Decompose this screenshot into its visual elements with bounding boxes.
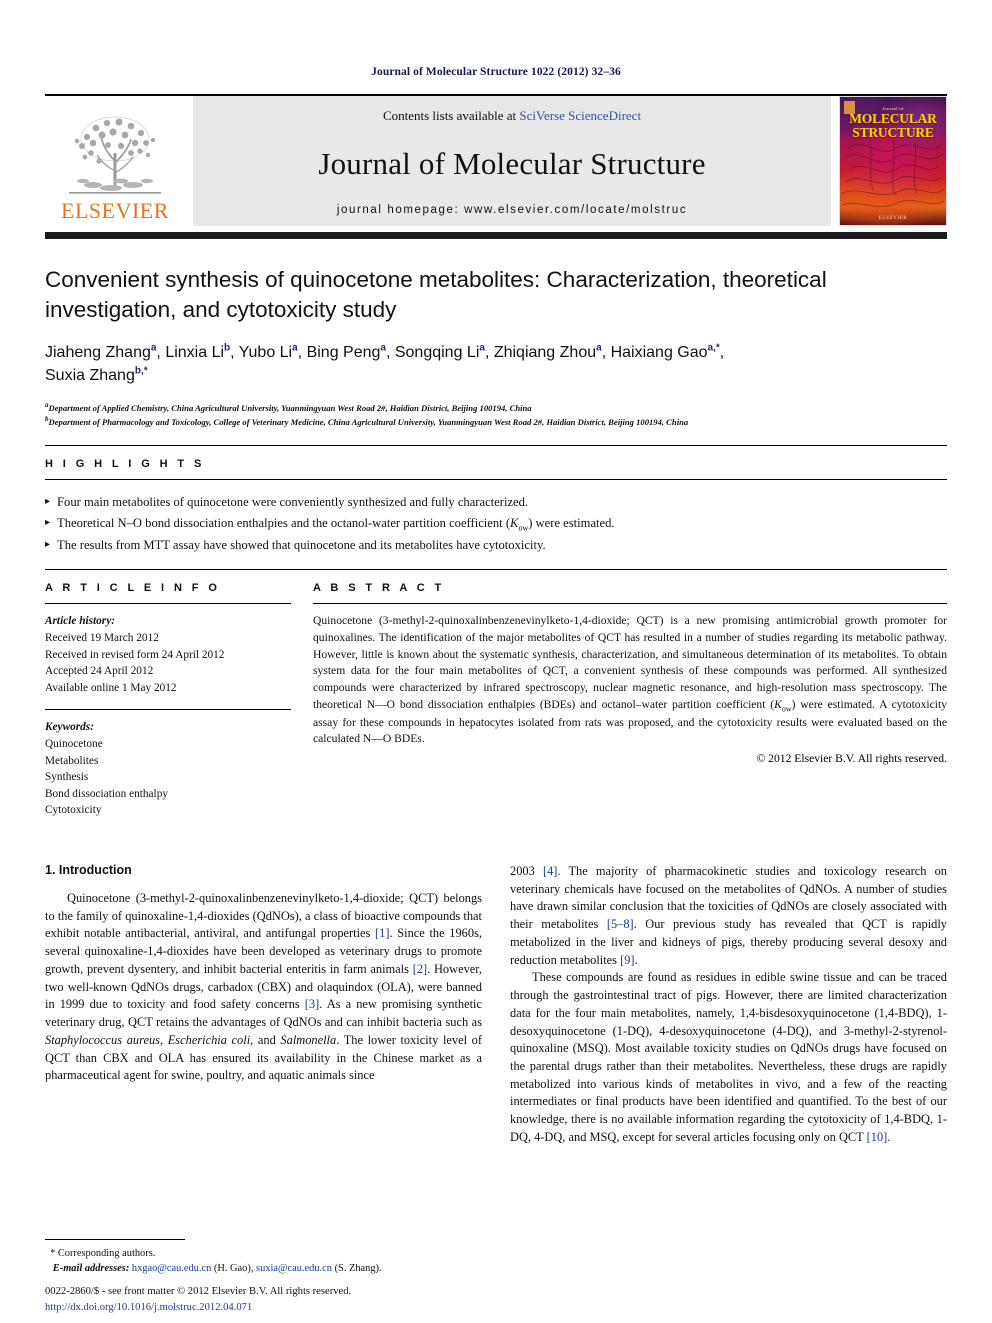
abstract-copyright: © 2012 Elsevier B.V. All rights reserved… <box>756 752 947 766</box>
email-owner-gao: (H. Gao), <box>213 1263 254 1275</box>
cover-title: MOLECULAR STRUCTURE <box>843 112 943 140</box>
cover-publisher-label: ELSEVIER <box>878 216 908 221</box>
body-paragraph: 2003 [4]. The majority of pharmacokineti… <box>510 863 947 967</box>
author-line-2: Suxia Zhangb,* <box>45 366 148 385</box>
history-item: Available online 1 May 2012 <box>45 681 177 694</box>
journal-homepage-link[interactable]: journal homepage: www.elsevier.com/locat… <box>337 204 687 216</box>
info-abstract-region: A R T I C L E I N F O Article history: R… <box>45 569 947 819</box>
corresponding-authors-line: * Corresponding authors. <box>45 1246 482 1262</box>
elsevier-logo: ELSEVIER <box>45 96 185 226</box>
journal-masthead: ELSEVIER Contents lists available at Sci… <box>45 94 947 226</box>
bullet-arrow-icon: ▸ <box>45 516 51 528</box>
article-history-block: Article history: Received 19 March 2012 … <box>45 604 291 696</box>
keyword-item: Metabolites <box>45 754 99 767</box>
doi-link[interactable]: http://dx.doi.org/10.1016/j.molstruc.201… <box>45 1300 645 1315</box>
history-item: Received 19 March 2012 <box>45 632 159 644</box>
masthead-center-panel: Contents lists available at SciVerse Sci… <box>193 96 831 226</box>
body-paragraph: These compounds are found as residues in… <box>510 970 947 1144</box>
article-info-column: A R T I C L E I N F O Article history: R… <box>45 570 313 819</box>
cover-title-line1: MOLECULAR <box>849 111 937 126</box>
highlights-list: ▸ Four main metabolites of quinocetone w… <box>45 479 947 569</box>
author-line-1: Jiaheng Zhanga, Linxia Lib, Yubo Lia, Bi… <box>45 342 725 362</box>
email-addresses-line: E-mail addresses: hxgao@cau.edu.cn (H. G… <box>45 1261 482 1277</box>
issn-line: 0022-2860/$ - see front matter © 2012 El… <box>45 1286 352 1298</box>
bullet-arrow-icon: ▸ <box>45 496 51 508</box>
article-info-heading: A R T I C L E I N F O <box>45 582 221 595</box>
author-list: Jiaheng Zhanga, Linxia Lib, Yubo Lia, Bi… <box>45 341 947 387</box>
contents-available-line: Contents lists available at SciVerse Sci… <box>383 108 641 124</box>
keyword-item: Bond dissociation enthalpy <box>45 787 168 800</box>
article-history-label: Article history: <box>45 615 115 628</box>
highlights-heading: H I G H L I G H T S <box>45 458 205 471</box>
cover-title-line2: STRUCTURE <box>852 124 934 140</box>
corresponding-author-footnote: * Corresponding authors. E-mail addresse… <box>45 1238 482 1277</box>
abstract-heading: A B S T R A C T <box>313 582 445 595</box>
section-heading-introduction: 1. Introduction <box>45 862 132 877</box>
corresponding-star-icon: * <box>50 1247 56 1259</box>
elsevier-tree-icon <box>69 116 161 194</box>
elsevier-wordmark: ELSEVIER <box>61 198 169 223</box>
issn-copyright-block: 0022-2860/$ - see front matter © 2012 El… <box>45 1284 645 1315</box>
keywords-block: Keywords: Quinocetone Metabolites Synthe… <box>45 710 291 819</box>
email-owner-zhang: (S. Zhang). <box>334 1263 382 1275</box>
article-title-block: Convenient synthesis of quinocetone meta… <box>45 239 947 429</box>
journal-title: Journal of Molecular Structure <box>318 146 706 181</box>
affiliation-b: bDepartment of Pharmacology and Toxicolo… <box>45 415 689 428</box>
highlight-text: Theoretical N–O bond dissociation enthal… <box>57 515 615 533</box>
running-head: Journal of Molecular Structure 1022 (201… <box>371 66 621 78</box>
email-link-zhang[interactable]: suxia@cau.edu.cn <box>256 1263 332 1274</box>
journal-article-page: Journal of Molecular Structure 1022 (201… <box>0 0 992 1323</box>
body-columns: 1. Introduction Quinocetone (3-methyl-2-… <box>45 863 947 1147</box>
body-paragraph: Quinocetone (3-methyl-2-quinoxalinbenzen… <box>45 890 482 1083</box>
sciencedirect-link[interactable]: SciVerse ScienceDirect <box>519 108 641 123</box>
keyword-item: Synthesis <box>45 771 89 784</box>
keyword-item: Quinocetone <box>45 737 103 750</box>
highlight-item: ▸ The results from MTT assay have showed… <box>45 535 947 555</box>
history-item: Accepted 24 April 2012 <box>45 665 154 678</box>
history-item: Received in revised form 24 April 2012 <box>45 648 225 661</box>
masthead-bottom-rule <box>45 232 947 239</box>
highlight-item: ▸ Four main metabolites of quinocetone w… <box>45 492 947 512</box>
footnote-rule <box>45 1238 185 1240</box>
contents-prefix: Contents lists available at <box>382 108 520 123</box>
keyword-item: Cytotoxicity <box>45 804 102 817</box>
keywords-label: Keywords: <box>45 721 94 734</box>
email-label: E-mail addresses: <box>52 1263 130 1275</box>
abstract-column: A B S T R A C T Quinocetone (3-methyl-2-… <box>313 570 947 819</box>
journal-cover-image: Journal of MOLECULAR STRUCTURE ELSEVIER <box>839 96 947 226</box>
body-column-left: 1. Introduction Quinocetone (3-methyl-2-… <box>45 863 482 1147</box>
corresponding-authors-label: Corresponding authors. <box>57 1247 156 1259</box>
highlight-text: The results from MTT assay have showed t… <box>57 538 546 553</box>
email-link-gao[interactable]: hxgao@cau.edu.cn <box>132 1263 211 1274</box>
affiliation-a: aDepartment of Applied Chemistry, China … <box>45 400 532 413</box>
page-title: Convenient synthesis of quinocetone meta… <box>45 267 827 323</box>
highlight-text: Four main metabolites of quinocetone wer… <box>57 495 529 510</box>
highlight-item: ▸ Theoretical N–O bond dissociation enth… <box>45 513 947 535</box>
bullet-arrow-icon: ▸ <box>45 539 51 551</box>
body-column-right: 2003 [4]. The majority of pharmacokineti… <box>510 863 947 1147</box>
abstract-text: Quinocetone (3-methyl-2-quinoxalinbenzen… <box>313 603 947 748</box>
